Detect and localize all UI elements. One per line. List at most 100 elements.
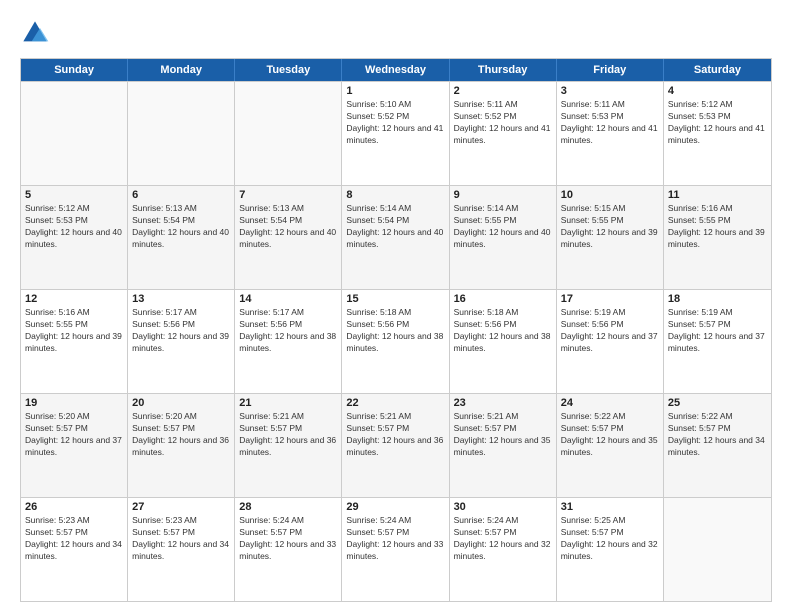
day-info: Sunrise: 5:17 AMSunset: 5:56 PMDaylight:… — [132, 307, 230, 355]
calendar-cell: 25 Sunrise: 5:22 AMSunset: 5:57 PMDayligh… — [664, 394, 771, 497]
calendar-header-day: Tuesday — [235, 59, 342, 81]
header — [20, 18, 772, 48]
calendar-cell — [664, 498, 771, 601]
day-number: 30 — [454, 501, 552, 513]
day-info: Sunrise: 5:14 AMSunset: 5:54 PMDaylight:… — [346, 203, 444, 251]
day-number: 15 — [346, 293, 444, 305]
calendar-week: 5 Sunrise: 5:12 AMSunset: 5:53 PMDaylight… — [21, 185, 771, 289]
day-info: Sunrise: 5:21 AMSunset: 5:57 PMDaylight:… — [239, 411, 337, 459]
calendar-cell: 31 Sunrise: 5:25 AMSunset: 5:57 PMDayligh… — [557, 498, 664, 601]
day-number: 27 — [132, 501, 230, 513]
calendar-header: SundayMondayTuesdayWednesdayThursdayFrid… — [21, 59, 771, 81]
calendar-cell — [21, 82, 128, 185]
day-info: Sunrise: 5:14 AMSunset: 5:55 PMDaylight:… — [454, 203, 552, 251]
day-info: Sunrise: 5:23 AMSunset: 5:57 PMDaylight:… — [25, 515, 123, 563]
day-number: 19 — [25, 397, 123, 409]
calendar-header-day: Thursday — [450, 59, 557, 81]
calendar-cell: 19 Sunrise: 5:20 AMSunset: 5:57 PMDayligh… — [21, 394, 128, 497]
calendar-header-day: Sunday — [21, 59, 128, 81]
day-number: 25 — [668, 397, 767, 409]
day-info: Sunrise: 5:12 AMSunset: 5:53 PMDaylight:… — [25, 203, 123, 251]
day-number: 29 — [346, 501, 444, 513]
day-info: Sunrise: 5:24 AMSunset: 5:57 PMDaylight:… — [454, 515, 552, 563]
day-info: Sunrise: 5:13 AMSunset: 5:54 PMDaylight:… — [132, 203, 230, 251]
calendar-cell: 28Sunrise: 5:24 AMSunset: 5:57 PMDayligh… — [235, 498, 342, 601]
day-info: Sunrise: 5:22 AMSunset: 5:57 PMDaylight:… — [668, 411, 767, 459]
calendar-cell: 26 Sunrise: 5:23 AMSunset: 5:57 PMDayligh… — [21, 498, 128, 601]
day-number: 16 — [454, 293, 552, 305]
day-info: Sunrise: 5:21 AMSunset: 5:57 PMDaylight:… — [346, 411, 444, 459]
day-number: 14 — [239, 293, 337, 305]
calendar-header-day: Saturday — [664, 59, 771, 81]
calendar-cell: 5 Sunrise: 5:12 AMSunset: 5:53 PMDaylight… — [21, 186, 128, 289]
calendar-cell: 10 Sunrise: 5:15 AMSunset: 5:55 PMDayligh… — [557, 186, 664, 289]
day-number: 28 — [239, 501, 337, 513]
day-number: 8 — [346, 189, 444, 201]
day-info: Sunrise: 5:16 AMSunset: 5:55 PMDaylight:… — [25, 307, 123, 355]
calendar-cell: 12 Sunrise: 5:16 AMSunset: 5:55 PMDayligh… — [21, 290, 128, 393]
day-number: 22 — [346, 397, 444, 409]
logo-icon — [20, 18, 50, 48]
calendar-body: 1Sunrise: 5:10 AMSunset: 5:52 PMDaylight… — [21, 81, 771, 601]
calendar-week: 19 Sunrise: 5:20 AMSunset: 5:57 PMDayligh… — [21, 393, 771, 497]
calendar-cell: 1Sunrise: 5:10 AMSunset: 5:52 PMDaylight… — [342, 82, 449, 185]
day-info: Sunrise: 5:22 AMSunset: 5:57 PMDaylight:… — [561, 411, 659, 459]
day-info: Sunrise: 5:15 AMSunset: 5:55 PMDaylight:… — [561, 203, 659, 251]
day-info: Sunrise: 5:20 AMSunset: 5:57 PMDaylight:… — [25, 411, 123, 459]
day-info: Sunrise: 5:21 AMSunset: 5:57 PMDaylight:… — [454, 411, 552, 459]
calendar-cell: 24 Sunrise: 5:22 AMSunset: 5:57 PMDayligh… — [557, 394, 664, 497]
day-number: 23 — [454, 397, 552, 409]
day-number: 7 — [239, 189, 337, 201]
day-info: Sunrise: 5:10 AMSunset: 5:52 PMDaylight:… — [346, 99, 444, 147]
day-number: 18 — [668, 293, 767, 305]
calendar-cell — [128, 82, 235, 185]
calendar-header-day: Friday — [557, 59, 664, 81]
day-number: 21 — [239, 397, 337, 409]
day-number: 5 — [25, 189, 123, 201]
calendar-cell: 2Sunrise: 5:11 AMSunset: 5:52 PMDaylight… — [450, 82, 557, 185]
day-info: Sunrise: 5:18 AMSunset: 5:56 PMDaylight:… — [454, 307, 552, 355]
calendar-cell: 18 Sunrise: 5:19 AMSunset: 5:57 PMDayligh… — [664, 290, 771, 393]
calendar-cell: 3Sunrise: 5:11 AMSunset: 5:53 PMDaylight… — [557, 82, 664, 185]
page: SundayMondayTuesdayWednesdayThursdayFrid… — [0, 0, 792, 612]
calendar-week: 1Sunrise: 5:10 AMSunset: 5:52 PMDaylight… — [21, 81, 771, 185]
day-info: Sunrise: 5:16 AMSunset: 5:55 PMDaylight:… — [668, 203, 767, 251]
day-number: 24 — [561, 397, 659, 409]
day-number: 6 — [132, 189, 230, 201]
day-number: 31 — [561, 501, 659, 513]
calendar-cell: 11Sunrise: 5:16 AMSunset: 5:55 PMDayligh… — [664, 186, 771, 289]
day-number: 10 — [561, 189, 659, 201]
calendar-cell: 29 Sunrise: 5:24 AMSunset: 5:57 PMDayligh… — [342, 498, 449, 601]
calendar-cell: 6 Sunrise: 5:13 AMSunset: 5:54 PMDaylight… — [128, 186, 235, 289]
calendar-cell: 7 Sunrise: 5:13 AMSunset: 5:54 PMDaylight… — [235, 186, 342, 289]
calendar-cell: 17Sunrise: 5:19 AMSunset: 5:56 PMDayligh… — [557, 290, 664, 393]
day-info: Sunrise: 5:20 AMSunset: 5:57 PMDaylight:… — [132, 411, 230, 459]
day-info: Sunrise: 5:25 AMSunset: 5:57 PMDaylight:… — [561, 515, 659, 563]
calendar-cell: 9 Sunrise: 5:14 AMSunset: 5:55 PMDaylight… — [450, 186, 557, 289]
calendar-cell: 16 Sunrise: 5:18 AMSunset: 5:56 PMDayligh… — [450, 290, 557, 393]
calendar-cell: 8 Sunrise: 5:14 AMSunset: 5:54 PMDaylight… — [342, 186, 449, 289]
day-info: Sunrise: 5:13 AMSunset: 5:54 PMDaylight:… — [239, 203, 337, 251]
day-info: Sunrise: 5:19 AMSunset: 5:57 PMDaylight:… — [668, 307, 767, 355]
day-number: 12 — [25, 293, 123, 305]
calendar: SundayMondayTuesdayWednesdayThursdayFrid… — [20, 58, 772, 602]
day-number: 20 — [132, 397, 230, 409]
calendar-cell: 22 Sunrise: 5:21 AMSunset: 5:57 PMDayligh… — [342, 394, 449, 497]
day-info: Sunrise: 5:18 AMSunset: 5:56 PMDaylight:… — [346, 307, 444, 355]
day-info: Sunrise: 5:24 AMSunset: 5:57 PMDaylight:… — [346, 515, 444, 563]
day-info: Sunrise: 5:19 AMSunset: 5:56 PMDaylight:… — [561, 307, 659, 355]
calendar-cell: 30 Sunrise: 5:24 AMSunset: 5:57 PMDayligh… — [450, 498, 557, 601]
day-info: Sunrise: 5:17 AMSunset: 5:56 PMDaylight:… — [239, 307, 337, 355]
day-number: 9 — [454, 189, 552, 201]
day-info: Sunrise: 5:12 AMSunset: 5:53 PMDaylight:… — [668, 99, 767, 147]
calendar-cell: 14 Sunrise: 5:17 AMSunset: 5:56 PMDayligh… — [235, 290, 342, 393]
calendar-cell: 15 Sunrise: 5:18 AMSunset: 5:56 PMDayligh… — [342, 290, 449, 393]
day-info: Sunrise: 5:11 AMSunset: 5:53 PMDaylight:… — [561, 99, 659, 147]
calendar-cell: 21 Sunrise: 5:21 AMSunset: 5:57 PMDayligh… — [235, 394, 342, 497]
day-info: Sunrise: 5:23 AMSunset: 5:57 PMDaylight:… — [132, 515, 230, 563]
day-number: 2 — [454, 85, 552, 97]
day-number: 26 — [25, 501, 123, 513]
calendar-week: 26 Sunrise: 5:23 AMSunset: 5:57 PMDayligh… — [21, 497, 771, 601]
calendar-cell: 20 Sunrise: 5:20 AMSunset: 5:57 PMDayligh… — [128, 394, 235, 497]
calendar-cell: 13Sunrise: 5:17 AMSunset: 5:56 PMDayligh… — [128, 290, 235, 393]
